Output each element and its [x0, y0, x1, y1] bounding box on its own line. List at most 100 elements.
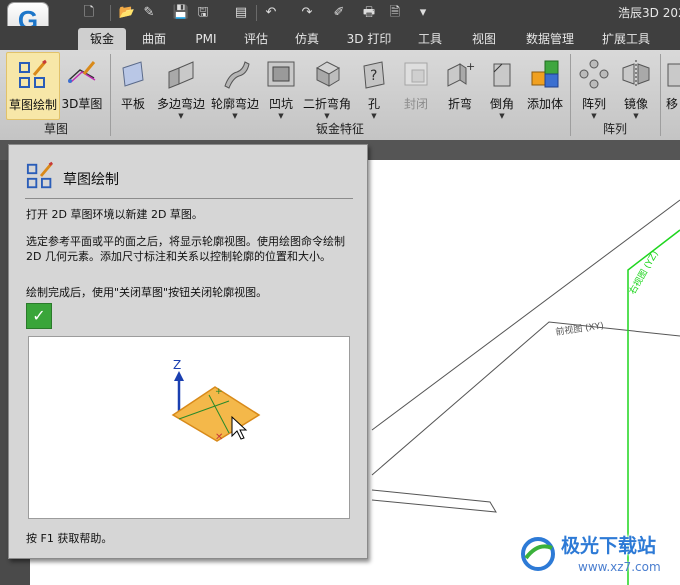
window-title: 浩辰3D 202 — [618, 6, 680, 20]
bend-corner-button-label: 二折弯角 — [302, 97, 351, 111]
tooltip-preview-image: Z ✕ + — [28, 336, 350, 519]
dropdown-arrow-icon[interactable]: ▼ — [154, 112, 208, 120]
tooltip-finish-note: 绘制完成后，使用"关闭草图"按钮关闭轮廓视图。 — [26, 286, 268, 299]
dimple-icon — [267, 61, 295, 87]
bend-button[interactable]: + 折弯 — [440, 52, 480, 118]
hole-button-label: 孔 — [367, 97, 380, 111]
tab-tools[interactable]: 工具 — [410, 28, 450, 50]
dropdown-arrow-icon[interactable]: ▼ — [356, 112, 392, 120]
save-as-icon[interactable]: 🖫 — [194, 4, 212, 22]
plane-marker: + — [215, 387, 223, 397]
plane-edge — [371, 199, 680, 431]
close-corner-button-label: 封闭 — [403, 97, 428, 111]
plane-edge — [371, 489, 497, 513]
ribbon-tab-bar: 钣金 曲面 PMI 评估 仿真 3D 打印 工具 视图 数据管理 扩展工具 — [0, 26, 680, 50]
ribbon-panel: 草图绘制 3D草图 平板 多边弯边 ▼ 轮廓弯边 ▼ 凹坑 ▼ 二折弯角 ▼ ?… — [0, 50, 680, 140]
move-button-label: 移 — [666, 97, 679, 111]
dropdown-arrow-icon[interactable]: ▼ — [482, 112, 522, 120]
tooltip-details: 选定参考平面或平的面之后，将显示轮廓视图。使用绘图命令绘制 2D 几何元素。添加… — [26, 235, 345, 263]
contour-flange-button[interactable]: 多边弯边 ▼ — [154, 52, 208, 120]
ribbon-group-divider — [570, 54, 571, 136]
z-axis-label: Z — [173, 358, 181, 372]
contour-flange-icon — [168, 61, 194, 89]
tab-evaluate[interactable]: 评估 — [236, 28, 276, 50]
watermark-url: www.xz7.com — [578, 560, 661, 574]
dropdown-arrow-icon[interactable]: ▼ — [208, 112, 262, 120]
right-plane-label: 右视图 (YZ) — [626, 248, 661, 296]
watermark-title: 极光下载站 — [561, 535, 657, 557]
group-label-pattern: 阵列 — [602, 122, 627, 136]
sketch-button[interactable]: 草图绘制 — [6, 52, 60, 120]
lofted-flange-button[interactable]: 轮廓弯边 ▼ — [208, 52, 262, 120]
title-bar: G 🗋 📂 ✎ 💾 🖫 ▤ ↶ ↷ ✐ 🖶 🗎 ▾ 浩辰3D 202 — [0, 0, 680, 39]
tab-plate-button[interactable]: 平板 — [114, 52, 152, 118]
save-icon[interactable]: 💾 — [172, 4, 190, 22]
sketch-button-label: 草图绘制 — [8, 98, 57, 112]
tab-surface[interactable]: 曲面 — [132, 28, 176, 50]
preview-svg: Z ✕ + — [171, 358, 261, 443]
layout-icon[interactable]: ▤ — [232, 4, 250, 22]
tab-simulation[interactable]: 仿真 — [287, 28, 327, 50]
print-preview-icon[interactable]: 🗎 — [386, 4, 404, 22]
tab-view[interactable]: 视图 — [464, 28, 504, 50]
watermark: 极光下载站 www.xz7.com — [518, 532, 678, 584]
tooltip-divider — [25, 198, 353, 199]
sketch-icon — [19, 59, 47, 88]
ribbon-group-divider — [660, 54, 661, 136]
3d-sketch-button-label: 3D草图 — [61, 97, 103, 111]
move-button[interactable]: 移 — [664, 52, 680, 118]
dropdown-arrow-icon[interactable]: ▼ — [574, 112, 614, 120]
pattern-button[interactable]: 阵列 ▼ — [574, 52, 614, 120]
tab-extension-tools[interactable]: 扩展工具 — [594, 28, 658, 50]
open-folder-icon[interactable]: 📂 — [118, 4, 136, 22]
bend-button-label: 折弯 — [447, 97, 472, 111]
dropdown-arrow-icon[interactable]: ▼ — [300, 112, 354, 120]
z-axis-arrow — [174, 371, 184, 381]
hole-button[interactable]: ? 孔 ▼ — [356, 52, 392, 120]
tooltip-help-hint: 按 F1 获取帮助。 — [26, 532, 113, 545]
mirror-button[interactable]: 镜像 ▼ — [616, 52, 656, 120]
pin-icon[interactable]: ✎ — [140, 4, 158, 22]
add-body-icon — [531, 60, 559, 88]
pattern-button-label: 阵列 — [581, 97, 606, 111]
contour-flange-button-label: 多边弯边 — [156, 97, 205, 111]
new-file-icon[interactable]: 🗋 — [80, 4, 98, 22]
tab-plate-icon — [122, 61, 144, 87]
brush-icon[interactable]: ✐ — [330, 4, 348, 22]
close-corner-button[interactable]: 封闭 — [396, 52, 436, 118]
tab-3d-print[interactable]: 3D 打印 — [340, 28, 398, 50]
command-tooltip: 草图绘制 打开 2D 草图环境以新建 2D 草图。 选定参考平面或平的面之后，将… — [8, 144, 368, 559]
svg-text:?: ? — [370, 68, 377, 84]
dimple-button[interactable]: 凹坑 ▼ — [262, 52, 300, 120]
dropdown-arrow-icon[interactable]: ▼ — [616, 112, 656, 120]
tooltip-description: 打开 2D 草图环境以新建 2D 草图。 — [26, 208, 203, 221]
toolbar-divider — [256, 5, 257, 21]
3d-sketch-button[interactable]: 3D草图 — [60, 52, 104, 118]
print-icon[interactable]: 🖶 — [360, 4, 378, 22]
undo-icon[interactable]: ↶ — [262, 4, 280, 22]
bend-corner-button[interactable]: 二折弯角 ▼ — [300, 52, 354, 120]
add-body-button-label: 添加体 — [526, 97, 563, 111]
redo-icon[interactable]: ↷ — [298, 4, 316, 22]
mirror-button-label: 镜像 — [623, 97, 648, 111]
group-label-sheet-metal-features: 钣金特征 — [315, 122, 364, 136]
chamfer-button-label: 倒角 — [489, 97, 514, 111]
tab-pmi[interactable]: PMI — [186, 28, 226, 50]
ribbon-group-divider — [110, 54, 111, 136]
mirror-icon — [622, 60, 650, 88]
toolbar-divider — [110, 5, 111, 21]
add-body-button[interactable]: 添加体 — [524, 52, 566, 118]
tab-sheet-metal[interactable]: 钣金 — [78, 28, 126, 50]
customize-dropdown-icon[interactable]: ▾ — [414, 4, 432, 22]
pattern-icon — [579, 59, 609, 89]
watermark-logo-icon — [521, 537, 555, 571]
plane-marker: ✕ — [215, 432, 223, 443]
tab-data-management[interactable]: 数据管理 — [518, 28, 582, 50]
dropdown-arrow-icon[interactable]: ▼ — [262, 112, 300, 120]
chamfer-button[interactable]: 倒角 ▼ — [482, 52, 522, 120]
hole-icon: ? — [363, 61, 385, 89]
tooltip-title: 草图绘制 — [63, 172, 119, 188]
plane-edge — [371, 321, 680, 476]
lofted-flange-button-label: 轮廓弯边 — [210, 97, 259, 111]
bend-corner-icon — [315, 61, 341, 87]
